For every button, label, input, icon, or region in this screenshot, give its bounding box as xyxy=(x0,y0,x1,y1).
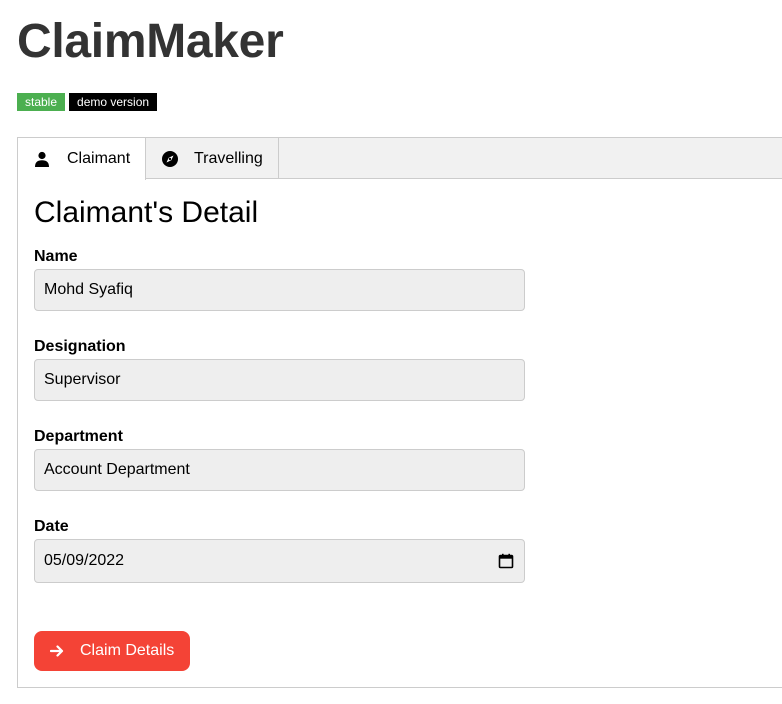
designation-field[interactable]: Supervisor xyxy=(34,359,525,401)
demo-version-badge: demo version xyxy=(69,93,158,111)
date-field[interactable]: 05/09/2022 xyxy=(34,539,525,583)
calendar-icon[interactable] xyxy=(498,553,514,569)
user-icon xyxy=(34,151,50,167)
claim-details-button[interactable]: Claim Details xyxy=(34,631,190,671)
date-label: Date xyxy=(34,518,69,535)
tab-claimant-label: Claimant xyxy=(67,150,131,167)
tab-claimant[interactable]: Claimant xyxy=(18,138,146,180)
tab-bar: Claimant Travelling xyxy=(18,138,782,180)
section-title: Claimant's Detail xyxy=(34,196,259,229)
name-field[interactable]: Mohd Syafiq xyxy=(34,269,525,311)
designation-label: Designation xyxy=(34,338,126,355)
form-panel: Claimant Travelling Claimant's Detail Na… xyxy=(17,137,782,688)
name-value: Mohd Syafiq xyxy=(44,281,133,298)
claim-details-label: Claim Details xyxy=(80,642,175,659)
arrow-right-icon xyxy=(50,644,64,658)
name-label: Name xyxy=(34,248,78,265)
app-title: ClaimMaker xyxy=(17,15,284,68)
designation-value: Supervisor xyxy=(44,371,121,388)
department-value: Account Department xyxy=(44,461,190,478)
badge-group: stable demo version xyxy=(17,93,158,111)
tab-travelling-label: Travelling xyxy=(194,149,263,167)
compass-icon xyxy=(162,150,178,167)
tab-travelling[interactable]: Travelling xyxy=(146,138,279,179)
stable-badge: stable xyxy=(17,93,66,111)
date-value: 05/09/2022 xyxy=(44,552,125,569)
department-field[interactable]: Account Department xyxy=(34,449,525,491)
department-label: Department xyxy=(34,428,123,445)
